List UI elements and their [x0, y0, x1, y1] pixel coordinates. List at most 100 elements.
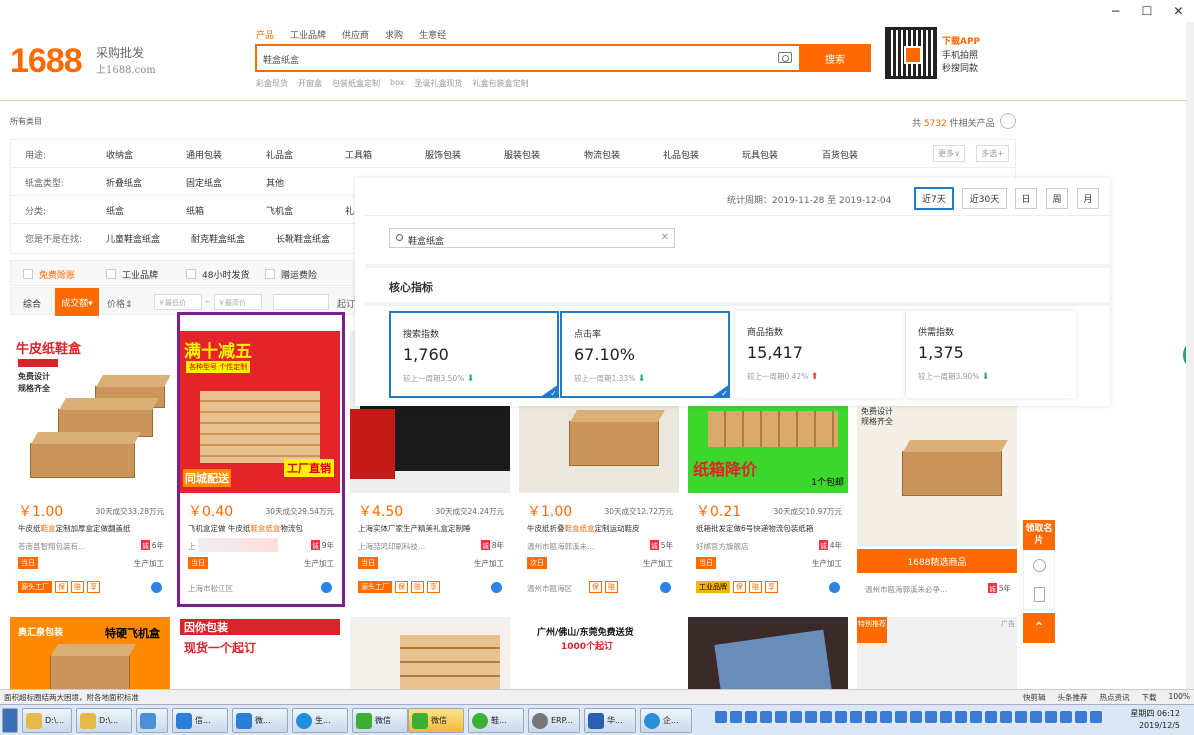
filter-option[interactable]: 纸盒	[106, 204, 124, 217]
tray-icon[interactable]	[745, 711, 757, 723]
keyword-search-input[interactable]: 鞋盒纸盒 ✕	[389, 228, 675, 248]
hot-word[interactable]: 开窗盒	[298, 78, 322, 89]
sort-by-volume[interactable]: 成交额▾	[55, 288, 99, 316]
tray-icon[interactable]	[820, 711, 832, 723]
tab-purchase[interactable]: 求购	[385, 28, 403, 41]
status-item[interactable]: 下载	[1142, 692, 1157, 703]
tray-icon[interactable]	[895, 711, 907, 723]
tray-icon[interactable]	[805, 711, 817, 723]
document-icon[interactable]	[1034, 587, 1045, 602]
tray-icon[interactable]	[715, 711, 727, 723]
status-item[interactable]: 头条推荐	[1058, 692, 1088, 703]
minimize-button[interactable]: −	[1111, 4, 1121, 18]
price-min-input[interactable]: ￥最低价	[154, 294, 202, 310]
hot-word[interactable]: 礼盒包装盒定制	[472, 78, 528, 89]
service-option[interactable]: 免费赊账	[39, 268, 75, 281]
tray-icon[interactable]	[955, 711, 967, 723]
tray-icon[interactable]	[1060, 711, 1072, 723]
tray-icon[interactable]	[985, 711, 997, 723]
search-button[interactable]: 搜索	[799, 44, 871, 72]
filter-option[interactable]: 耐克鞋盒纸盒	[191, 232, 245, 245]
search-query[interactable]: 鞋盒纸盒	[263, 53, 299, 66]
seller-name[interactable]: 上海喆鸿印刷科技...	[358, 541, 458, 552]
tray-icon[interactable]	[730, 711, 742, 723]
product-card[interactable]: 特别推荐 广告	[857, 617, 1017, 689]
more-button[interactable]: 更多∨	[933, 145, 965, 162]
tray-icon[interactable]	[910, 711, 922, 723]
tray-icon[interactable]	[775, 711, 787, 723]
period-day-button[interactable]: 日	[1015, 188, 1037, 209]
tray-icon[interactable]	[835, 711, 847, 723]
filter-option[interactable]: 折叠纸盒	[106, 176, 142, 189]
metric-supply-demand-index[interactable]: 供需指数 1,375 较上一周期3.90% ⬇	[906, 311, 1076, 398]
tray-icon[interactable]	[1045, 711, 1057, 723]
checkbox[interactable]	[186, 269, 196, 279]
period-week-button[interactable]: 周	[1046, 188, 1068, 209]
filter-option[interactable]: 飞机盒	[266, 204, 293, 217]
status-news[interactable]: 面积超标圈结两大困境，附各地面积标准	[4, 692, 139, 703]
period-7d-button[interactable]: 近7天	[914, 187, 954, 210]
product-title[interactable]: 牛皮纸折叠鞋盒纸盒定制运动鞋皮	[527, 523, 675, 534]
hot-word[interactable]: 圣诞礼盒现货	[414, 78, 462, 89]
filter-option[interactable]: 百货包装	[822, 148, 858, 161]
tray-icon[interactable]	[790, 711, 802, 723]
filter-option[interactable]: 收纳盒	[106, 148, 133, 161]
system-clock[interactable]: 星期四 06:12 2019/12/5	[1130, 708, 1180, 732]
filter-option[interactable]: 玩具包装	[742, 148, 778, 161]
multi-select-button[interactable]: 多选+	[976, 145, 1009, 162]
filter-option[interactable]: 其他	[266, 176, 284, 189]
service-option[interactable]: 工业品牌	[122, 268, 158, 281]
clear-icon[interactable]: ✕	[661, 232, 669, 243]
tray-icon[interactable]	[760, 711, 772, 723]
tab-supplier[interactable]: 供应商	[342, 28, 369, 41]
taskbar-item[interactable]: 华...	[584, 708, 636, 733]
checkbox[interactable]	[106, 269, 116, 279]
filter-option[interactable]: 礼	[345, 204, 354, 217]
collapse-icon[interactable]	[1000, 113, 1016, 129]
tray-icon[interactable]	[850, 711, 862, 723]
filter-option[interactable]: 礼品包装	[663, 148, 699, 161]
taskbar-item[interactable]: 微信	[352, 708, 408, 733]
seller-name[interactable]: 温州市瓯海郭溪朱必争...	[865, 584, 947, 595]
period-month-button[interactable]: 月	[1077, 188, 1099, 209]
checkbox[interactable]	[265, 269, 275, 279]
seller-name[interactable]: 好梆官方旗舰店	[696, 541, 796, 552]
period-30d-button[interactable]: 近30天	[962, 188, 1007, 209]
metric-search-index[interactable]: 搜索指数 1,760 较上一周期3.50% ⬇	[389, 311, 559, 398]
checkbox[interactable]	[23, 269, 33, 279]
product-card[interactable]: 广州/佛山/东莞免费送货 1000个起订	[519, 617, 679, 689]
zoom-level[interactable]: 100%	[1169, 692, 1190, 703]
taskbar-item[interactable]: ERP...	[528, 708, 580, 733]
filter-option[interactable]: 服装包装	[504, 148, 540, 161]
metric-click-rate[interactable]: 点击率 67.10% 较上一周期1.33% ⬇	[560, 311, 730, 398]
filter-option[interactable]: 服饰包装	[425, 148, 461, 161]
product-title[interactable]: 纸箱批发定做6号快递物流包装纸箱	[696, 523, 844, 534]
tray-icon[interactable]	[940, 711, 952, 723]
product-card[interactable]: 因你包装 现货一个起订	[180, 617, 340, 689]
maximize-button[interactable]: ☐	[1142, 4, 1153, 18]
chat-icon[interactable]	[660, 582, 671, 593]
selected-goods-button[interactable]: 1688精选商品	[857, 549, 1017, 573]
tray-icon[interactable]	[865, 711, 877, 723]
service-option[interactable]: 赠运费险	[281, 268, 317, 281]
taskbar-item[interactable]: 微...	[232, 708, 288, 733]
download-app-link[interactable]: 下载APP	[942, 34, 980, 47]
sort-by-price[interactable]: 价格⇕	[107, 297, 133, 310]
receive-card-button[interactable]: 领取名片	[1023, 520, 1055, 550]
filter-option[interactable]: 纸箱	[186, 204, 204, 217]
scrollbar[interactable]	[1186, 22, 1194, 689]
filter-option[interactable]: 儿童鞋盒纸盒	[106, 232, 160, 245]
chat-icon[interactable]	[151, 582, 162, 593]
filter-option[interactable]: 固定纸盒	[186, 176, 222, 189]
tray-icon[interactable]	[1030, 711, 1042, 723]
taskbar-item[interactable]: D:\...	[76, 708, 132, 733]
seller-name[interactable]: 温州市瓯海郭溪未...	[527, 541, 627, 552]
keyword-value[interactable]: 鞋盒纸盒	[408, 234, 444, 247]
taskbar-item[interactable]	[136, 708, 168, 733]
tab-product[interactable]: 产品	[256, 28, 274, 41]
min-order-filter[interactable]: 起订	[337, 297, 355, 310]
tray-icon[interactable]	[1090, 711, 1102, 723]
search-input[interactable]: 鞋盒纸盒	[255, 44, 800, 72]
hot-word[interactable]: 包装纸盒定制	[332, 78, 380, 89]
tray-icon[interactable]	[1000, 711, 1012, 723]
